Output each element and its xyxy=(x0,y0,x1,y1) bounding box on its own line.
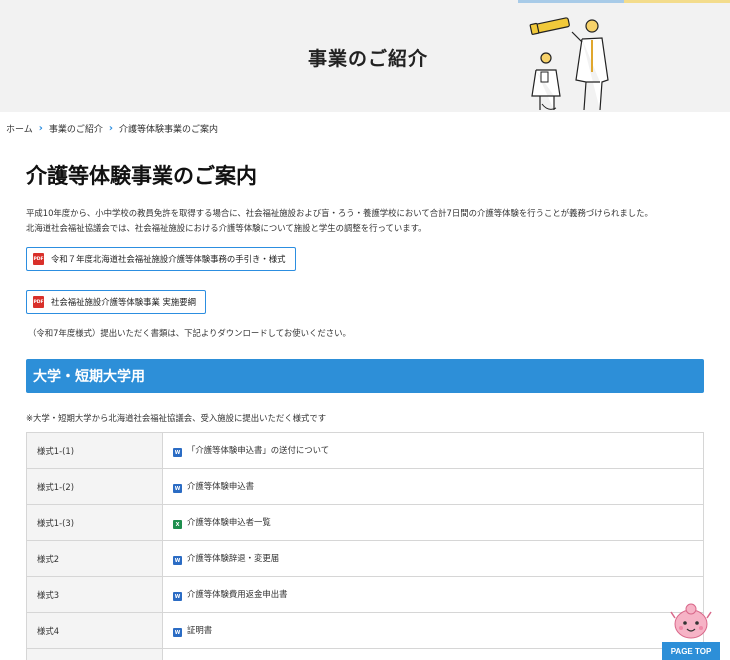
form-number: 様式1-(1) xyxy=(26,432,163,469)
form-doc-label: 介護等体験申込者一覧 xyxy=(187,516,271,527)
intro-line-1: 平成10年度から、小中学校の教員免許を取得する場合に、社会福祉施設および盲・ろう… xyxy=(26,208,653,218)
word-icon: W xyxy=(173,556,182,566)
guidelines-pdf-label: 社会福祉施設介護等体験事業 実施要綱 xyxy=(51,297,197,307)
form-number: 様式1-(2) xyxy=(26,468,163,505)
form-doc-link[interactable]: W 「介護等体験申込書」の送付について xyxy=(173,444,330,458)
form-number: 様式1-(3) xyxy=(26,504,163,541)
form-number: 様式2 xyxy=(26,540,163,577)
hero-title: 事業のご紹介 xyxy=(308,48,429,70)
breadcrumb-business-link[interactable]: 事業のご紹介 xyxy=(49,122,103,135)
guide-pdf-link[interactable]: PDF 令和７年度北海道社会福祉施設介護等体験事務の手引き・様式 xyxy=(26,247,296,271)
form-doc-label: 証明書 xyxy=(187,624,213,635)
form-doc-label: 介護等体験辞退・変更届 xyxy=(187,552,280,563)
form-doc-label: 介護等体験申込書 xyxy=(187,480,254,491)
table-row: 様式1-(2) W 介護等体験申込書 xyxy=(26,468,704,505)
intro-text: 平成10年度から、小中学校の教員免許を取得する場合に、社会福祉施設および盲・ろう… xyxy=(26,206,653,236)
mascot-icon xyxy=(670,603,712,639)
form-doc-cell xyxy=(162,648,704,660)
table-row xyxy=(26,648,704,660)
guide-pdf-label: 令和７年度北海道社会福祉施設介護等体験事務の手引き・様式 xyxy=(51,254,286,264)
telescope-people-illustration-icon xyxy=(529,17,609,111)
word-icon: W xyxy=(173,628,182,638)
form-doc-link[interactable]: W 証明書 xyxy=(173,624,213,638)
page-title: 介護等体験事業のご案内 xyxy=(26,164,257,188)
breadcrumb-current: 介護等体験事業のご案内 xyxy=(119,124,219,135)
form-number xyxy=(26,648,163,660)
hero-banner: 事業のご紹介 xyxy=(0,0,730,112)
form-doc-link[interactable]: X 介護等体験申込者一覧 xyxy=(173,516,271,530)
form-doc-cell: W 介護等体験申込書 xyxy=(162,468,704,505)
word-icon: W xyxy=(173,484,182,494)
form-doc-link[interactable]: W 介護等体験辞退・変更届 xyxy=(173,552,280,566)
pdf-icon: PDF xyxy=(33,253,44,265)
chevron-right-icon: › xyxy=(38,122,43,134)
word-icon: W xyxy=(173,592,182,602)
table-row: 様式2 W 介護等体験辞退・変更届 xyxy=(26,540,704,577)
form-doc-cell: W 「介護等体験申込書」の送付について xyxy=(162,432,704,469)
download-note: （令和7年度様式）提出いただく書類は、下記よりダウンロードしてお使いください。 xyxy=(28,328,351,338)
table-row: 様式3 W 介護等体験費用返金申出書 xyxy=(26,576,704,613)
form-doc-cell: W 介護等体験辞退・変更届 xyxy=(162,540,704,577)
table-row: 様式1-(3) X 介護等体験申込者一覧 xyxy=(26,504,704,541)
form-number: 様式3 xyxy=(26,576,163,613)
page-top-button[interactable]: PAGE TOP xyxy=(662,602,720,660)
form-doc-link[interactable]: W 介護等体験費用返金申出書 xyxy=(173,588,288,602)
pdf-icon: PDF xyxy=(33,296,44,308)
form-doc-label: 介護等体験費用返金申出書 xyxy=(187,588,288,599)
form-doc-link[interactable]: W 介護等体験申込書 xyxy=(173,480,254,494)
chevron-right-icon: › xyxy=(108,122,113,134)
forms-table: 様式1-(1) W 「介護等体験申込書」の送付について 様式1-(2) W 介護等体… xyxy=(26,432,704,660)
table-row: 様式4 W 証明書 xyxy=(26,612,704,649)
breadcrumb: ホーム › 事業のご紹介 › 介護等体験事業のご案内 xyxy=(6,121,218,135)
form-doc-cell: W 介護等体験費用返金申出書 xyxy=(162,576,704,613)
word-icon: W xyxy=(173,448,182,458)
page-top-label: PAGE TOP xyxy=(662,642,720,660)
excel-icon: X xyxy=(173,520,182,530)
section-note: ※大学・短期大学から北海道社会福祉協議会、受入施設に提出いただく様式です xyxy=(26,413,327,423)
hero-color-strip xyxy=(518,0,730,3)
form-doc-cell: W 証明書 xyxy=(162,612,704,649)
guidelines-pdf-link[interactable]: PDF 社会福祉施設介護等体験事業 実施要綱 xyxy=(26,290,207,314)
intro-line-2: 北海道社会福祉協議会では、社会福祉施設における介護等体験について施設と学生の調整… xyxy=(26,223,427,233)
form-doc-label: 「介護等体験申込書」の送付について xyxy=(187,444,330,455)
breadcrumb-home-link[interactable]: ホーム xyxy=(6,122,33,135)
section-heading-university: 大学・短期大学用 xyxy=(26,359,704,393)
table-row: 様式1-(1) W 「介護等体験申込書」の送付について xyxy=(26,432,704,469)
form-number: 様式4 xyxy=(26,612,163,649)
form-doc-cell: X 介護等体験申込者一覧 xyxy=(162,504,704,541)
